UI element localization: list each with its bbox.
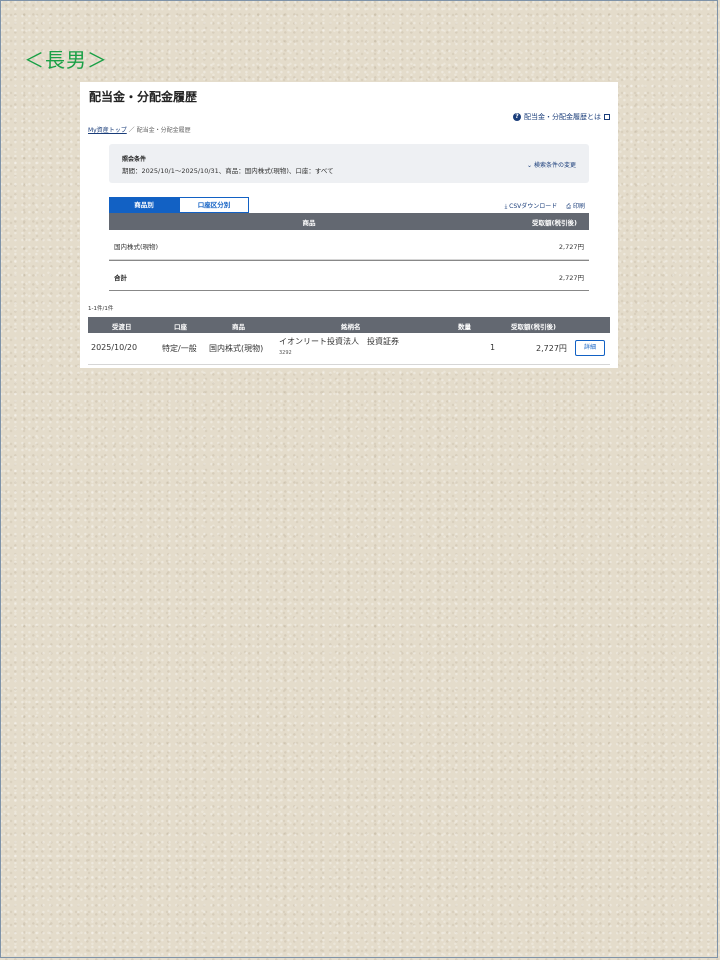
header-account: 口座 bbox=[174, 323, 187, 331]
breadcrumb-current: 配当金・分配金履歴 bbox=[136, 127, 191, 134]
cell-product: 国内株式(現物) bbox=[209, 344, 264, 353]
question-icon: ? bbox=[513, 113, 521, 121]
table-row: 2025/10/20 特定/一般 国内株式(現物) イオンリート投資法人 投資証… bbox=[88, 333, 610, 365]
chevron-down-icon: ⌄ bbox=[527, 162, 533, 169]
row-product: 国内株式(現物) bbox=[114, 243, 159, 251]
cell-name: イオンリート投資法人 投資証券 bbox=[279, 337, 399, 346]
breadcrumb-separator: ／ bbox=[128, 127, 135, 134]
download-icon: ⤓ bbox=[504, 203, 508, 210]
help-link-label: 配当金・分配金履歴とは bbox=[524, 113, 601, 121]
tab-bar: 商品別 口座区分別 bbox=[109, 197, 249, 213]
summary-table: 商品 受取額(税引後) 国内株式(現物) 2,727円 合計 2,727円 bbox=[109, 213, 589, 291]
cell-amount: 2,727円 bbox=[536, 344, 567, 353]
csv-download-link[interactable]: ⤓ CSVダウンロード bbox=[505, 201, 558, 211]
print-link[interactable]: ⎙ 印刷 bbox=[566, 201, 585, 211]
search-conditions-box: 照会条件 期間：2025/10/1～2025/10/31、商品：国内株式(現物)… bbox=[109, 144, 589, 183]
result-count: 1-1件/1件 bbox=[88, 306, 114, 312]
cell-date: 2025/10/20 bbox=[91, 343, 138, 352]
conditions-text: 期間：2025/10/1～2025/10/31、商品：国内株式(現物)、口座：す… bbox=[122, 167, 334, 175]
change-conditions-label: 検索条件の変更 bbox=[533, 162, 576, 169]
table-actions: ⤓ CSVダウンロード ⎙ 印刷 bbox=[505, 201, 585, 211]
page-title: 配当金・分配金履歴 bbox=[89, 90, 198, 104]
cell-account: 特定/一般 bbox=[162, 344, 197, 353]
detail-button[interactable]: 詳細 bbox=[575, 340, 605, 356]
table-row: 国内株式(現物) 2,727円 bbox=[109, 230, 589, 260]
conditions-title: 照会条件 bbox=[122, 156, 147, 163]
csv-download-label: CSVダウンロード bbox=[509, 203, 558, 210]
total-label: 合計 bbox=[114, 274, 127, 282]
header-date: 受渡日 bbox=[112, 323, 132, 331]
change-conditions-link[interactable]: ⌄ 検索条件の変更 bbox=[527, 160, 576, 169]
row-amount: 2,727円 bbox=[558, 243, 584, 251]
total-amount: 2,727円 bbox=[558, 274, 584, 282]
detail-table-header: 受渡日 口座 商品 銘柄名 数量 受取額(税引後) bbox=[88, 317, 610, 333]
summary-table-header: 商品 受取額(税引後) bbox=[109, 213, 589, 230]
header-amount: 受取額(税引後) bbox=[511, 323, 556, 331]
breadcrumb-home-link[interactable]: My資産トップ bbox=[88, 127, 127, 134]
print-label: 印刷 bbox=[572, 203, 585, 210]
cell-code: 3292 bbox=[279, 350, 292, 356]
header-product: 商品 bbox=[302, 219, 316, 227]
external-link-icon bbox=[604, 114, 610, 120]
header-name: 銘柄名 bbox=[341, 323, 361, 331]
total-row: 合計 2,727円 bbox=[109, 260, 589, 291]
help-link[interactable]: ? 配当金・分配金履歴とは bbox=[513, 112, 610, 122]
tab-by-product[interactable]: 商品別 bbox=[109, 197, 179, 213]
tab-by-account[interactable]: 口座区分別 bbox=[179, 197, 249, 213]
header-quantity: 数量 bbox=[458, 323, 471, 331]
print-icon: ⎙ bbox=[566, 203, 572, 210]
detail-table: 受渡日 口座 商品 銘柄名 数量 受取額(税引後) 2025/10/20 特定/… bbox=[88, 317, 610, 365]
dividend-history-panel: 配当金・分配金履歴 ? 配当金・分配金履歴とは My資産トップ ／ 配当金・分配… bbox=[80, 82, 618, 368]
header-amount: 受取額(税引後) bbox=[532, 219, 577, 227]
slide-label: ＜長男＞ bbox=[24, 48, 108, 72]
cell-quantity: 1 bbox=[490, 343, 496, 352]
breadcrumb: My資産トップ ／ 配当金・分配金履歴 bbox=[88, 125, 191, 134]
header-product: 商品 bbox=[232, 323, 245, 331]
